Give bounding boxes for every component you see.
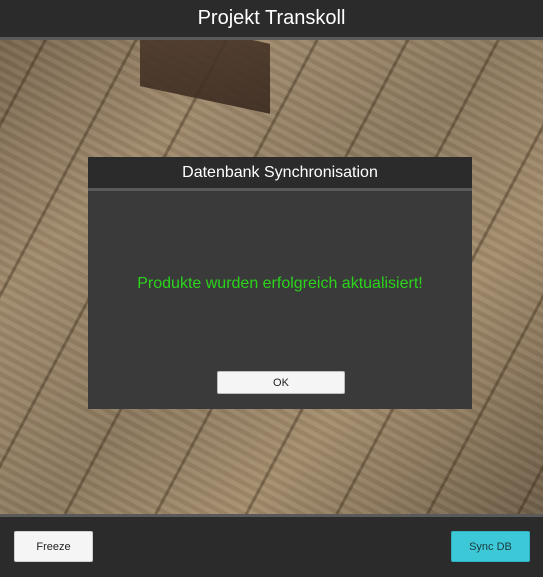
camera-object: [140, 40, 270, 114]
dialog-title: Datenbank Synchronisation: [182, 163, 378, 181]
app-title-bar: Projekt Transkoll: [0, 0, 543, 40]
sync-dialog: Datenbank Synchronisation Produkte wurde…: [88, 157, 472, 409]
bottom-toolbar: Freeze Sync DB: [0, 514, 543, 577]
ok-button[interactable]: OK: [217, 371, 345, 394]
app-title: Projekt Transkoll: [197, 7, 346, 29]
dialog-header: Datenbank Synchronisation: [88, 157, 472, 191]
freeze-button[interactable]: Freeze: [14, 531, 93, 562]
sync-db-button[interactable]: Sync DB: [451, 531, 530, 562]
dialog-message: Produkte wurden erfolgreich aktualisiert…: [137, 275, 423, 292]
